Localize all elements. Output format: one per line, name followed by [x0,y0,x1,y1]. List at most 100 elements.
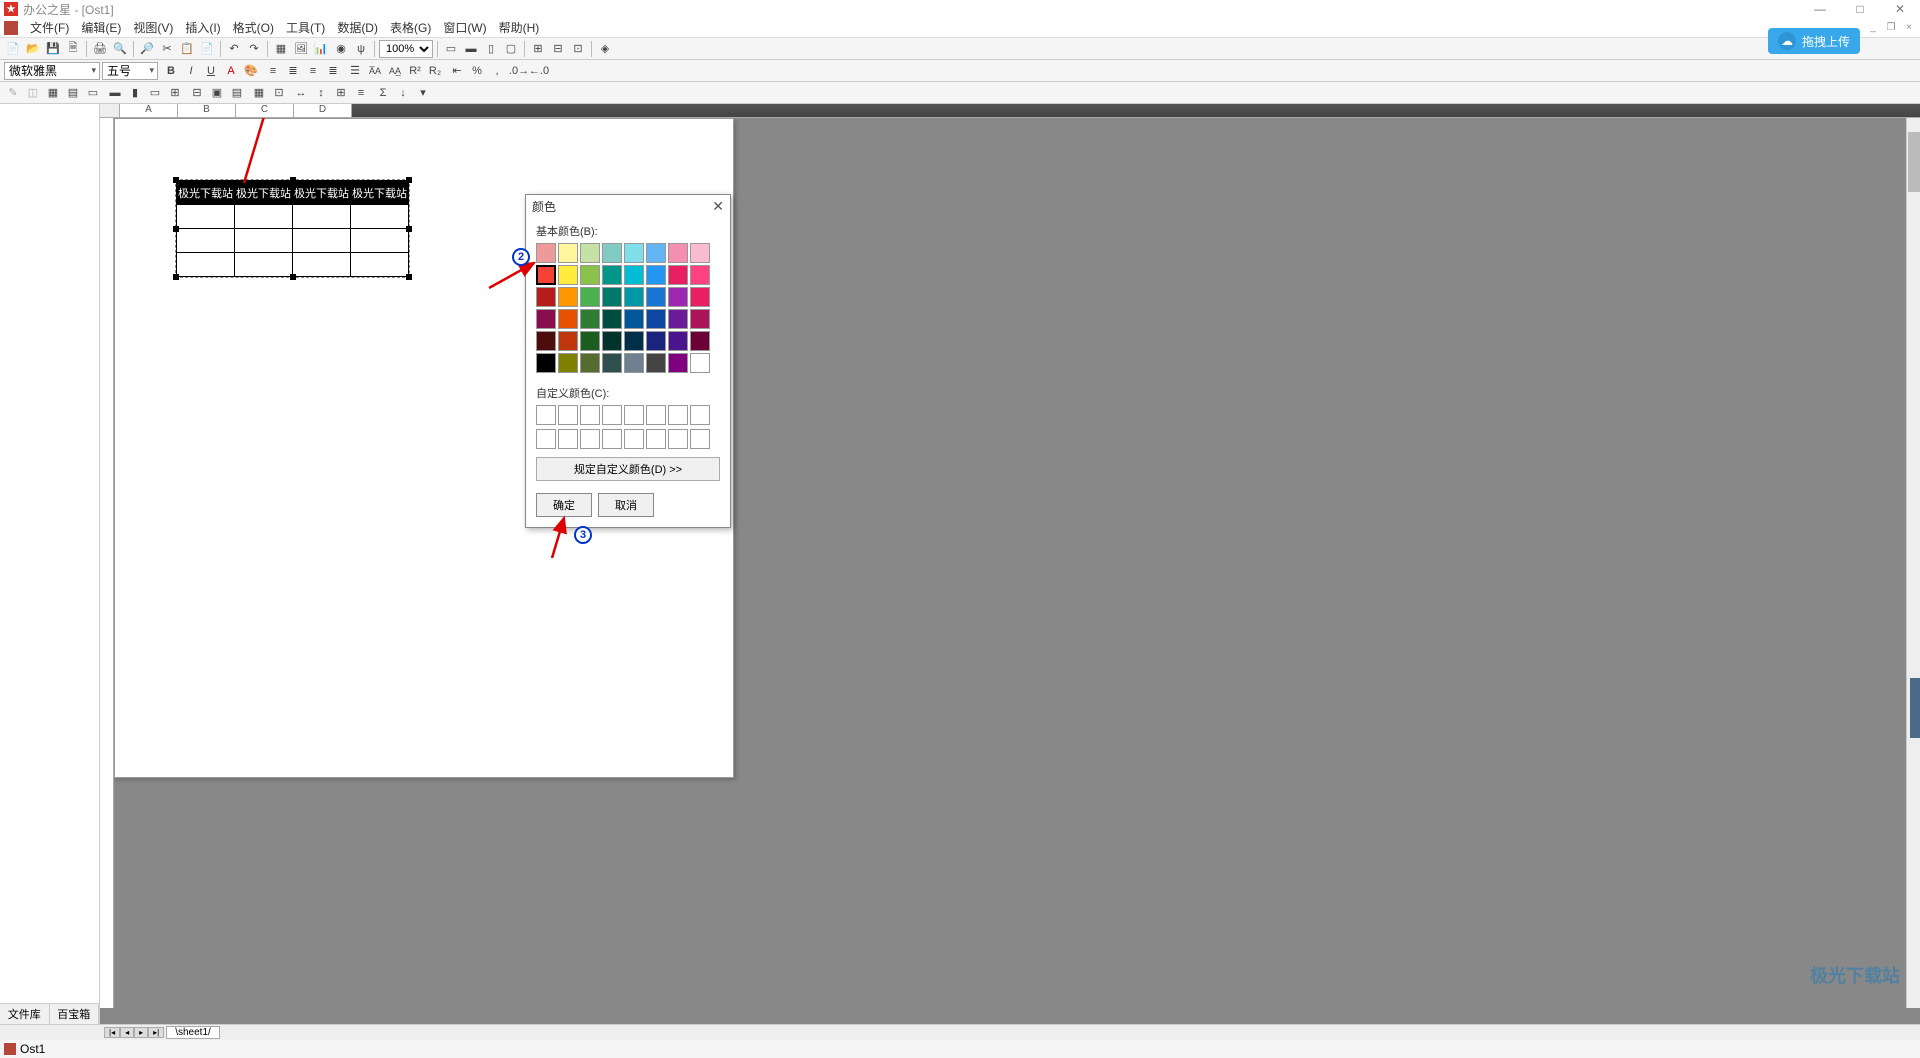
decimal-dec-button[interactable]: ←.0 [530,62,548,80]
color-swatch[interactable] [536,353,556,373]
sheet-tab[interactable]: \sheet1/ [166,1026,220,1039]
align-button[interactable]: ▣ [208,84,226,102]
save-button[interactable]: 💾 [44,40,62,58]
image-button[interactable]: 🖼 [292,40,310,58]
menu-data[interactable]: 数据(D) [331,19,384,36]
sheet-nav-prev[interactable]: ◂ [120,1027,134,1038]
paste-button[interactable]: 📄 [198,40,216,58]
superscript-button[interactable]: R² [406,62,424,80]
color-swatch[interactable] [602,265,622,285]
resize-handle[interactable] [406,226,412,232]
cell[interactable] [235,253,293,277]
mdi-restore[interactable]: ❐ [1884,20,1898,34]
color-swatch[interactable] [690,265,710,285]
cloud-upload-button[interactable]: ☁ 拖拽上传 [1768,28,1860,54]
resize-handle[interactable] [173,274,179,280]
menu-help[interactable]: 帮助(H) [493,19,546,36]
color-swatch[interactable] [580,353,600,373]
formula-button[interactable]: ψ [352,40,370,58]
color-swatch[interactable] [602,309,622,329]
sheet-nav-last[interactable]: ▸| [148,1027,164,1038]
color-swatch[interactable] [646,331,666,351]
insert-col-button[interactable]: ▮ [126,84,144,102]
color-swatch[interactable] [668,353,688,373]
color-swatch[interactable] [668,265,688,285]
menu-format[interactable]: 格式(O) [227,19,280,36]
data-table[interactable]: 极光下载站 极光下载站 极光下载站 极光下载站 [176,180,409,277]
mdi-close[interactable]: × [1902,20,1916,34]
color-swatch[interactable] [624,353,644,373]
cell[interactable] [293,229,351,253]
scrollbar-thumb[interactable] [1908,132,1920,192]
custom-swatch[interactable] [580,405,600,425]
color-swatch[interactable] [668,309,688,329]
print-button[interactable]: 🖨 [91,40,109,58]
layout4-button[interactable]: ▢ [502,40,520,58]
cell[interactable] [235,205,293,229]
undo-button[interactable]: ↶ [225,40,243,58]
color-swatch[interactable] [690,331,710,351]
erase-button[interactable]: ◫ [24,84,42,102]
list-button[interactable]: ☰ [346,62,364,80]
color-swatch[interactable] [536,309,556,329]
valign-button[interactable]: ▤ [228,84,246,102]
custom-swatch[interactable] [624,429,644,449]
find-button[interactable]: 🔎 [138,40,156,58]
color-swatch[interactable] [668,243,688,263]
menu-window[interactable]: 窗口(W) [437,19,492,36]
color-swatch[interactable] [646,309,666,329]
vertical-scrollbar[interactable] [1906,118,1920,1008]
color-swatch[interactable] [624,243,644,263]
underline-button[interactable]: U [202,62,220,80]
resize-handle[interactable] [173,177,179,183]
open-button[interactable]: 📂 [24,40,42,58]
color-swatch[interactable] [580,243,600,263]
mdi-minimize[interactable]: _ [1866,20,1880,34]
define-custom-button[interactable]: 规定自定义颜色(D) >> [536,457,720,481]
cell[interactable] [177,253,235,277]
font-color-button[interactable]: A [222,62,240,80]
color-swatch[interactable] [558,353,578,373]
menu-table[interactable]: 表格(G) [384,19,437,36]
menu-file[interactable]: 文件(F) [24,19,75,36]
sheet-nav-next[interactable]: ▸ [134,1027,148,1038]
layout2-button[interactable]: ▬ [462,40,480,58]
menu-insert[interactable]: 插入(I) [179,19,226,36]
new-button[interactable]: 📄 [4,40,22,58]
color-swatch[interactable] [580,331,600,351]
align-center-button[interactable]: ≣ [284,62,302,80]
bold-button[interactable]: B [162,62,180,80]
custom-swatch[interactable] [602,405,622,425]
chart-button[interactable]: 📊 [312,40,330,58]
subscript-button[interactable]: R₂ [426,62,444,80]
autofit-button[interactable]: ⊡ [270,84,288,102]
insert-row-button[interactable]: ▬ [106,84,124,102]
cell[interactable] [177,205,235,229]
cancel-button[interactable]: 取消 [598,493,654,517]
color-swatch[interactable] [624,309,644,329]
color-swatch[interactable] [624,287,644,307]
color-swatch[interactable] [624,331,644,351]
color-swatch[interactable] [558,331,578,351]
tab-library[interactable]: 文件库 [0,1004,50,1024]
comma-button[interactable]: , [488,62,506,80]
cell-button[interactable]: ▭ [84,84,102,102]
border-button[interactable]: ▤ [64,84,82,102]
color-swatch[interactable] [602,287,622,307]
color-swatch[interactable] [602,353,622,373]
resize-handle[interactable] [290,177,296,183]
color-swatch[interactable] [690,309,710,329]
highlight-button[interactable]: 🎨 [242,62,260,80]
grid1-button[interactable]: ⊞ [529,40,547,58]
color-swatch[interactable] [602,331,622,351]
cell[interactable]: 极光下载站 [293,181,351,205]
cell[interactable] [351,253,409,277]
sort-button[interactable]: ↓ [394,84,412,102]
custom-swatch[interactable] [690,405,710,425]
dialog-close-button[interactable]: ✕ [712,198,724,215]
custom-swatch[interactable] [646,429,666,449]
cell[interactable] [293,253,351,277]
right-tab-strip[interactable] [1910,678,1920,738]
draw-button[interactable]: ✎ [4,84,22,102]
color-swatch[interactable] [668,287,688,307]
